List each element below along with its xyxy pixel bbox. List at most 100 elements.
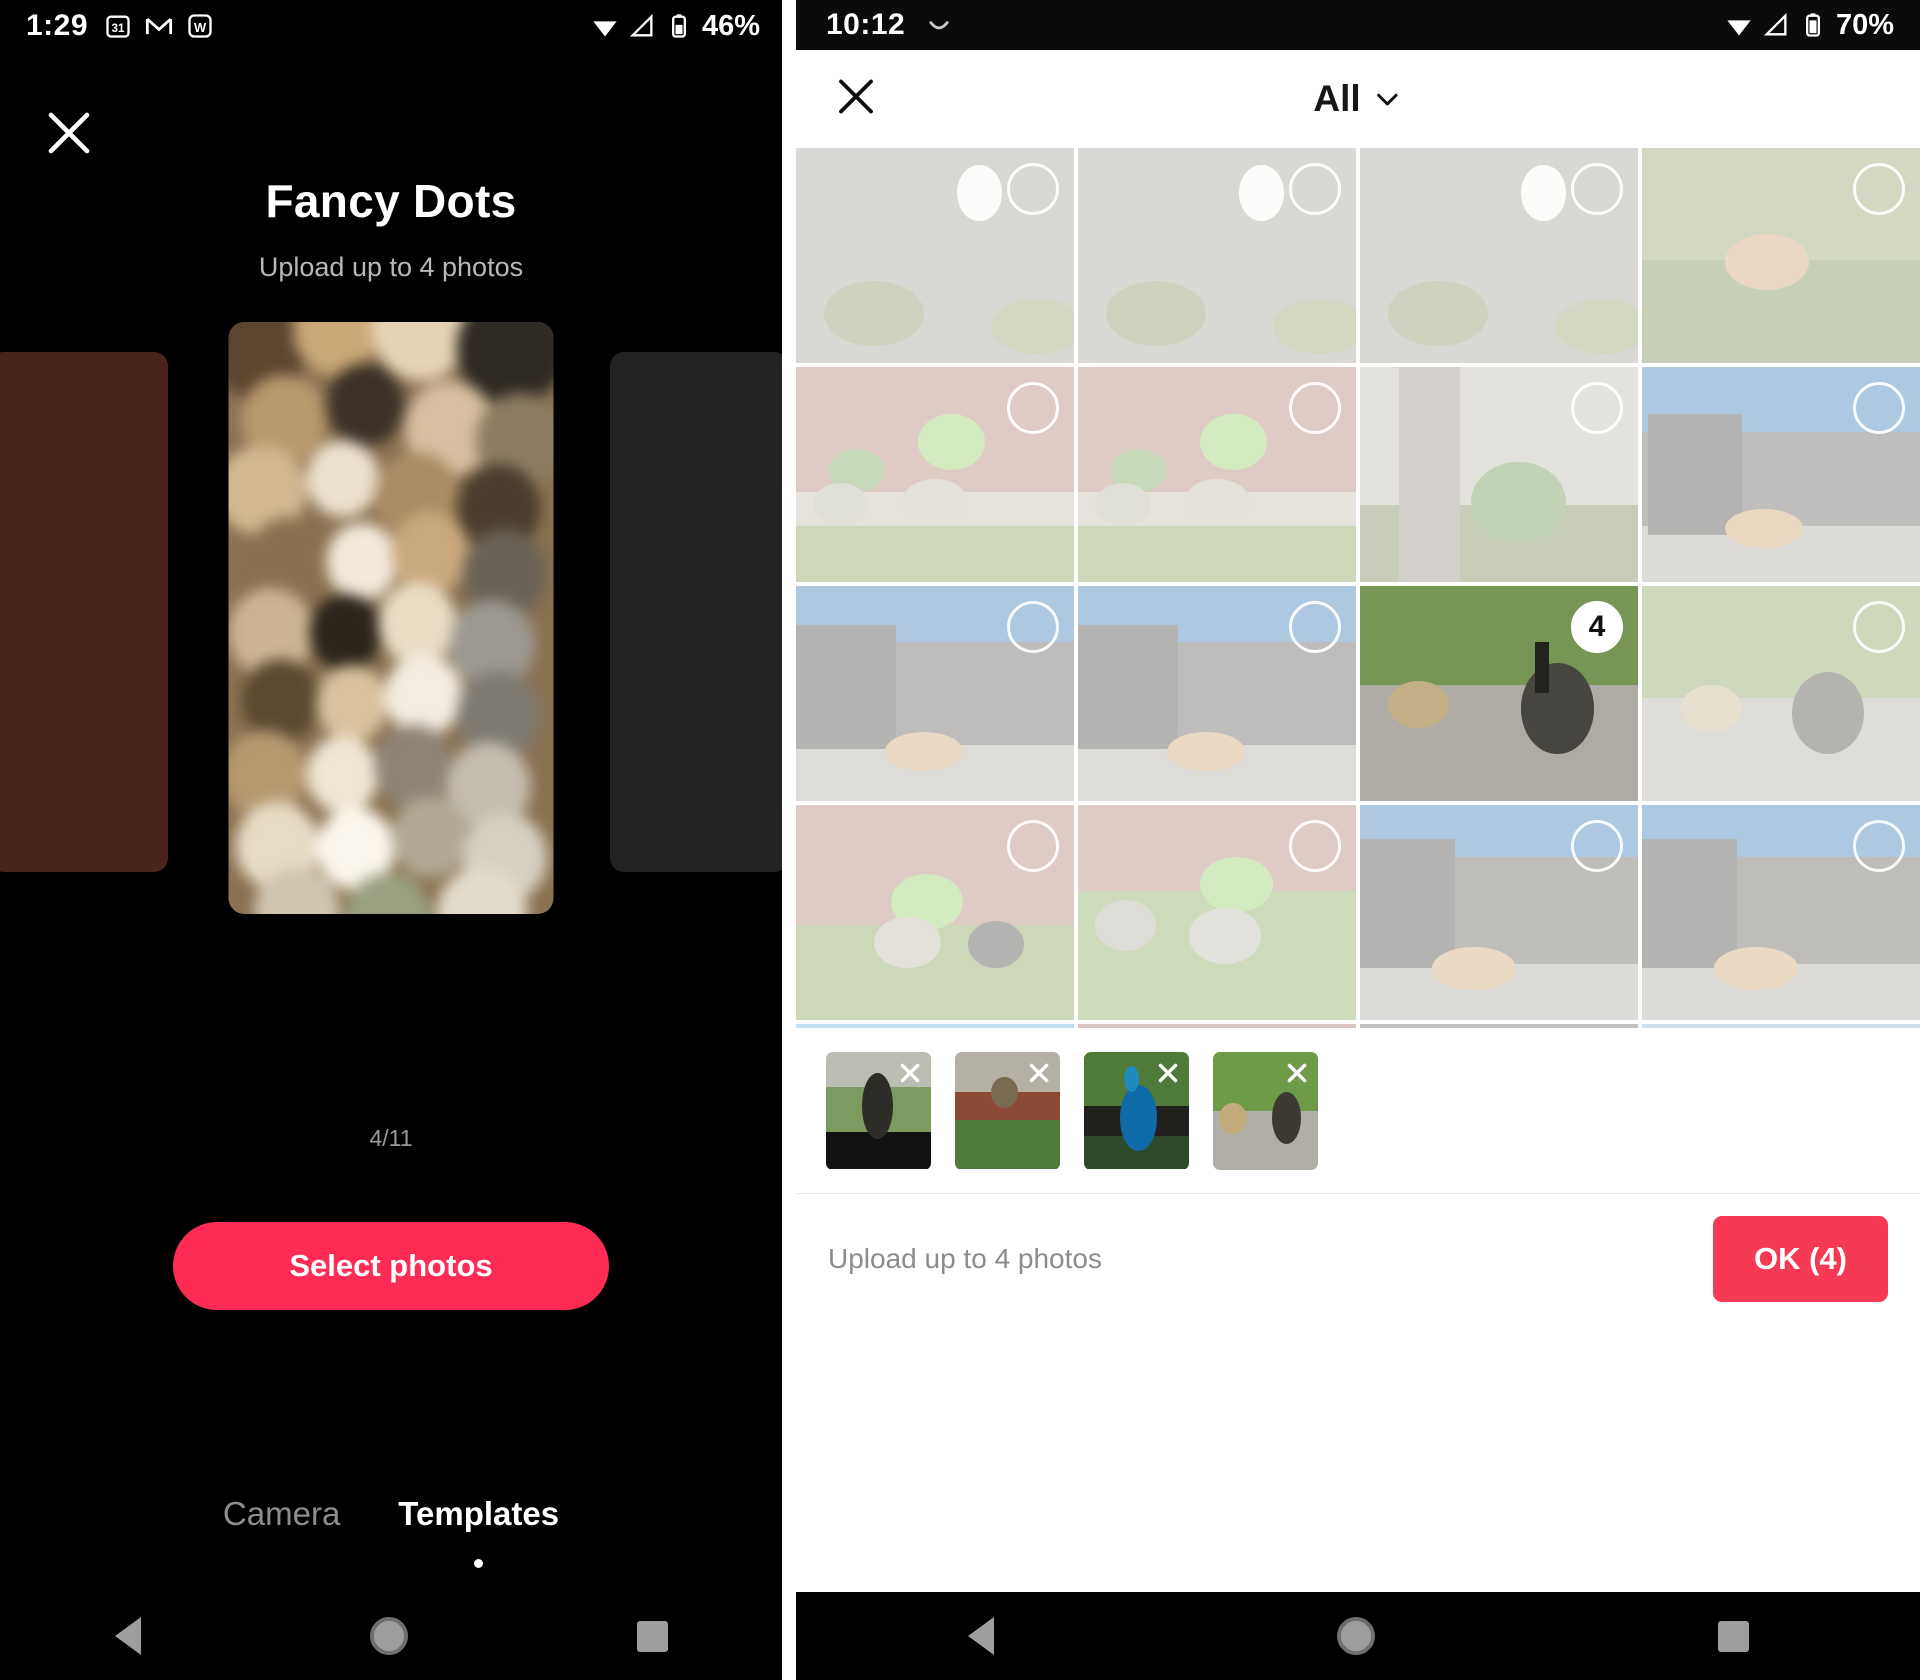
close-icon xyxy=(1158,1063,1178,1082)
photo-white-bird-by-fence xyxy=(1360,1024,1638,1028)
smile-icon xyxy=(929,21,949,30)
grid-photo-cell[interactable] xyxy=(1642,586,1920,801)
status-system-icons: 46% xyxy=(591,10,760,43)
chevron-down-icon xyxy=(1377,93,1398,106)
photo-select-checkbox[interactable] xyxy=(1571,820,1623,872)
grid-photo-cell[interactable] xyxy=(1078,805,1356,1020)
grid-photo-cell[interactable] xyxy=(796,1024,1074,1028)
photo-select-checkbox[interactable] xyxy=(1007,163,1059,215)
grid-photo-cell[interactable] xyxy=(796,586,1074,801)
battery-percent: 46% xyxy=(701,9,760,42)
battery-icon xyxy=(1805,13,1820,37)
home-icon[interactable] xyxy=(1336,1617,1375,1655)
tab-templates[interactable]: Templates xyxy=(398,1495,559,1568)
grid-photo-cell[interactable] xyxy=(1360,805,1638,1020)
tab-camera[interactable]: Camera xyxy=(223,1495,340,1533)
battery-percent: 70% xyxy=(1835,8,1894,41)
photo-select-checkbox[interactable] xyxy=(1289,601,1341,653)
home-icon[interactable] xyxy=(369,1617,408,1655)
left-android-nav-bar[interactable] xyxy=(0,1592,782,1680)
carousel-card-next[interactable] xyxy=(610,352,782,872)
right-status-bar: 10:12 70% xyxy=(796,0,1920,50)
select-photos-button[interactable]: Select photos xyxy=(173,1222,609,1310)
right-phone-screen: 10:12 70% All 4 Upload up to 4 photos OK… xyxy=(796,0,1920,1680)
album-label: All xyxy=(1313,78,1361,119)
template-counter: 4/11 xyxy=(369,1125,413,1151)
back-icon[interactable] xyxy=(114,1617,141,1655)
tab-templates-label: Templates xyxy=(398,1495,560,1532)
selected-thumbnail[interactable] xyxy=(1084,1051,1189,1170)
remove-photo-button[interactable] xyxy=(1147,1052,1189,1094)
selected-thumbnail[interactable] xyxy=(1213,1051,1318,1170)
picker-footer: Upload up to 4 photos OK (4) xyxy=(796,1193,1920,1323)
photo-driveway-trees xyxy=(1642,1024,1920,1028)
photo-select-checkbox[interactable] xyxy=(1571,382,1623,434)
right-android-nav-bar[interactable] xyxy=(796,1592,1920,1680)
status-time: 1:29 xyxy=(26,9,89,42)
template-carousel[interactable] xyxy=(0,322,782,942)
svg-text:31: 31 xyxy=(112,22,125,35)
remove-photo-button[interactable] xyxy=(1276,1052,1318,1094)
close-button[interactable] xyxy=(40,104,98,162)
selected-photos-tray[interactable] xyxy=(796,1028,1920,1193)
selected-thumbnail[interactable] xyxy=(955,1051,1060,1170)
grid-photo-cell[interactable] xyxy=(1642,367,1920,582)
close-button[interactable] xyxy=(832,73,880,126)
word-icon: W xyxy=(188,14,212,38)
grid-photo-cell[interactable] xyxy=(1078,1024,1356,1028)
status-time: 10:12 xyxy=(826,8,906,41)
album-selector[interactable]: All xyxy=(1313,78,1402,120)
grid-photo-cell[interactable] xyxy=(1078,148,1356,363)
remove-photo-button[interactable] xyxy=(889,1052,931,1094)
grid-photo-cell[interactable] xyxy=(1078,367,1356,582)
photo-selected-badge[interactable]: 4 xyxy=(1571,601,1623,653)
photo-grid[interactable]: 4 xyxy=(796,148,1920,1028)
status-notification-icons: 31 W xyxy=(104,12,214,40)
grid-photo-cell[interactable] xyxy=(796,805,1074,1020)
photo-select-checkbox[interactable] xyxy=(1289,820,1341,872)
bokeh-preview-image xyxy=(228,322,554,914)
bottom-tab-bar[interactable]: Camera Templates xyxy=(0,1495,782,1568)
gmail-icon xyxy=(145,17,173,35)
screen-divider xyxy=(782,0,796,1680)
recents-icon[interactable] xyxy=(1717,1620,1749,1652)
photo-select-checkbox[interactable] xyxy=(1007,601,1059,653)
grid-photo-cell[interactable] xyxy=(796,148,1074,363)
selected-thumbnail[interactable] xyxy=(826,1051,931,1170)
battery-icon xyxy=(671,14,686,38)
grid-photo-cell[interactable] xyxy=(1360,367,1638,582)
photo-select-checkbox[interactable] xyxy=(1853,382,1905,434)
left-status-bar: 1:29 31 W 46% xyxy=(0,0,782,52)
photo-select-checkbox[interactable] xyxy=(1853,163,1905,215)
photo-select-checkbox[interactable] xyxy=(1571,163,1623,215)
grid-photo-cell[interactable] xyxy=(1360,148,1638,363)
photo-select-checkbox[interactable] xyxy=(1853,601,1905,653)
calendar-icon: 31 xyxy=(106,15,130,38)
ok-button[interactable]: OK (4) xyxy=(1713,1215,1888,1302)
grid-photo-cell[interactable] xyxy=(1642,148,1920,363)
remove-photo-button[interactable] xyxy=(1018,1052,1060,1094)
recents-icon[interactable] xyxy=(636,1620,668,1652)
photo-select-checkbox[interactable] xyxy=(1007,382,1059,434)
back-icon[interactable] xyxy=(967,1617,994,1655)
grid-photo-cell[interactable] xyxy=(1642,805,1920,1020)
svg-text:W: W xyxy=(194,20,207,35)
grid-photo-cell[interactable] xyxy=(1642,1024,1920,1028)
wifi-icon xyxy=(593,21,617,37)
close-icon xyxy=(48,112,90,154)
carousel-card-previous[interactable] xyxy=(0,352,168,872)
grid-photo-cell[interactable] xyxy=(1360,1024,1638,1028)
template-preview[interactable] xyxy=(228,322,554,914)
photo-select-checkbox[interactable] xyxy=(1853,820,1905,872)
grid-photo-cell[interactable] xyxy=(1078,586,1356,801)
close-icon xyxy=(900,1063,920,1082)
grid-photo-cell[interactable]: 4 xyxy=(1360,586,1638,801)
status-system-icons: 70% xyxy=(1725,9,1894,42)
photo-select-checkbox[interactable] xyxy=(1289,163,1341,215)
left-phone-screen: 1:29 31 W 46% Fancy Dots Upload up to 4 … xyxy=(0,0,782,1680)
signal-icon xyxy=(1763,12,1787,36)
photo-select-checkbox[interactable] xyxy=(1289,382,1341,434)
close-icon xyxy=(1029,1063,1049,1082)
grid-photo-cell[interactable] xyxy=(796,367,1074,582)
photo-select-checkbox[interactable] xyxy=(1007,820,1059,872)
